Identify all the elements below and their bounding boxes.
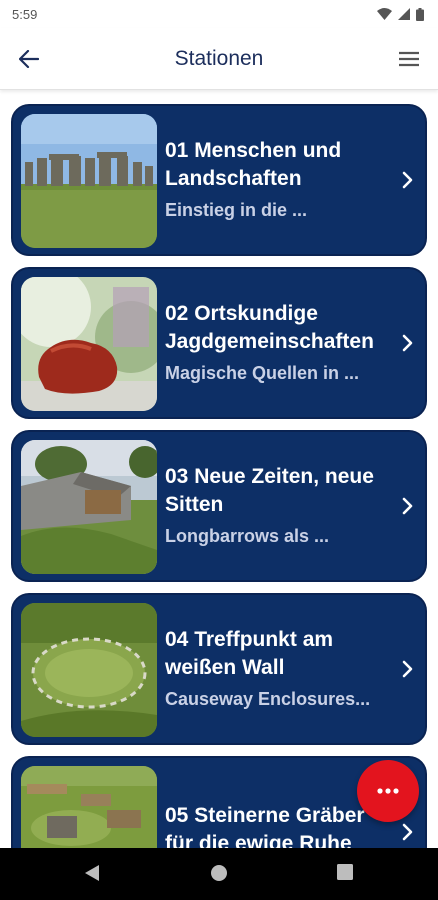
status-bar: 5:59 (0, 0, 438, 28)
chevron-right-icon (402, 497, 413, 515)
station-text: 02 Ortskundige Jagdgemeinschaften Magisc… (165, 269, 391, 417)
system-nav-bar (0, 848, 438, 900)
station-text: 04 Treffpunkt am weißen Wall Causeway En… (165, 595, 391, 743)
station-image-longbarrow (21, 440, 157, 574)
station-list[interactable]: 01 Menschen und Landschaften Einstieg in… (0, 92, 438, 848)
station-title-line2: Jagdgemeinschaften (165, 330, 374, 353)
station-title-line2: Sitten (165, 493, 224, 516)
station-image-enclosure (21, 603, 157, 737)
app-bar: Stationen (0, 28, 438, 90)
more-options-fab[interactable] (357, 760, 419, 822)
chevron-right-icon (402, 171, 413, 189)
station-text: 03 Neue Zeiten, neue Sitten Longbarrows … (165, 432, 391, 580)
station-image-stone-graves (21, 766, 157, 848)
station-image-stonehenge (21, 114, 157, 248)
status-time: 5:59 (12, 6, 38, 22)
station-title-line2: für die ewige Ruhe (165, 832, 352, 848)
station-subtitle: Magische Quellen in ... (165, 363, 360, 383)
station-card-03[interactable]: 03 Neue Zeiten, neue Sitten Longbarrows … (11, 430, 427, 582)
station-title-line2: weißen Wall (165, 656, 285, 679)
station-subtitle: Longbarrows als ... (165, 526, 330, 546)
station-card-01[interactable]: 01 Menschen und Landschaften Einstieg in… (11, 104, 427, 256)
station-title-line1: 01 Menschen und (165, 139, 342, 162)
battery-icon (416, 7, 424, 21)
station-title-line1: 04 Treffpunkt am (165, 628, 334, 651)
station-subtitle: Causeway Enclosures... (165, 689, 371, 709)
station-title-line1: 03 Neue Zeiten, neue (165, 465, 374, 488)
station-subtitle: Einstieg in die ... (165, 200, 308, 220)
more-horizontal-icon (377, 788, 399, 794)
status-icons (377, 7, 424, 21)
chevron-right-icon (402, 660, 413, 678)
station-title-line1: 02 Ortskundige (165, 302, 318, 325)
station-card-02[interactable]: 02 Ortskundige Jagdgemeinschaften Magisc… (11, 267, 427, 419)
wifi-icon (377, 8, 392, 20)
home-circle-icon[interactable] (210, 864, 228, 882)
back-triangle-icon[interactable] (84, 864, 100, 882)
station-image-red-stone (21, 277, 157, 411)
station-text: 05 Steinerne Gräber für die ewige Ruhe (165, 758, 391, 848)
signal-icon (398, 8, 410, 20)
station-text: 01 Menschen und Landschaften Einstieg in… (165, 106, 391, 254)
station-title-line1: 05 Steinerne Gräber (165, 804, 365, 827)
page-title: Stationen (174, 47, 264, 70)
chevron-right-icon (402, 334, 413, 352)
hamburger-menu-icon (399, 51, 419, 67)
recents-square-icon[interactable] (337, 864, 353, 880)
station-title-line2: Landschaften (165, 167, 302, 190)
menu-button[interactable] (394, 45, 424, 73)
station-card-04[interactable]: 04 Treffpunkt am weißen Wall Causeway En… (11, 593, 427, 745)
chevron-right-icon (402, 823, 413, 841)
